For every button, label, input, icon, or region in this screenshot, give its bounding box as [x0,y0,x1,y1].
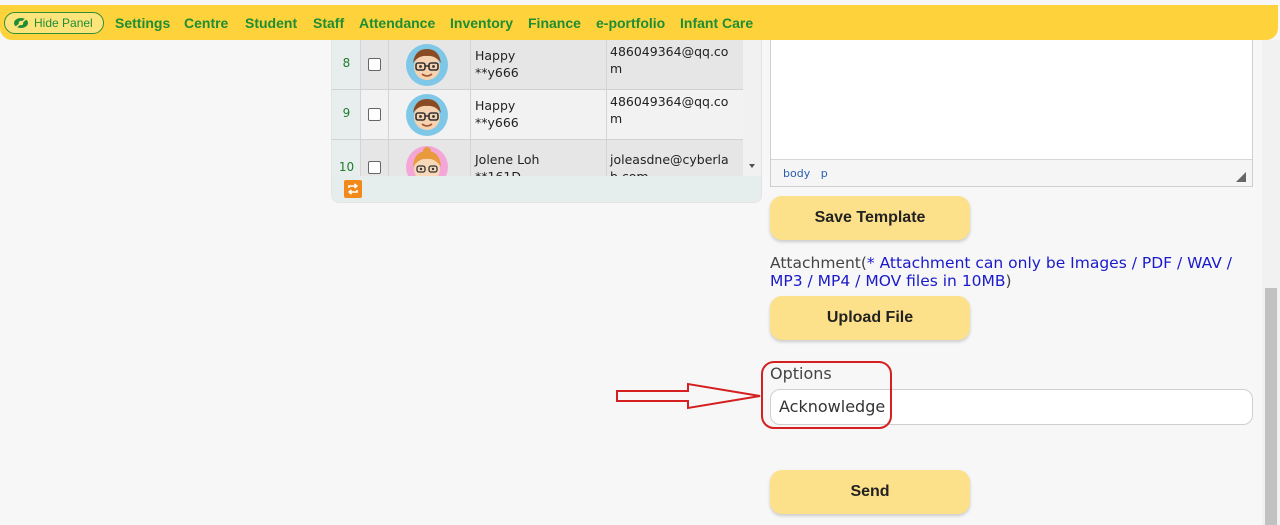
student-email: 486049364@qq.com [610,44,729,76]
save-template-button[interactable]: Save Template [770,196,970,240]
eye-slash-icon [14,17,28,29]
nav-finance[interactable]: Finance [528,15,581,31]
table-scrollbar[interactable] [743,40,761,176]
table-footer [332,176,761,202]
student-name: Jolene Loh [475,152,540,167]
table-row[interactable]: 10 Jolene Loh **161D [332,140,743,176]
nav-student[interactable]: Student [245,15,297,31]
row-number: 8 [342,56,351,70]
table-row[interactable]: 9 Happy **y666 486049364@qq.com [332,90,743,140]
boy-avatar-icon [406,94,448,136]
nav-infant-care[interactable]: Infant Care [680,15,753,31]
options-label: Options [770,364,832,383]
send-button[interactable]: Send [770,470,970,514]
student-email: 486049364@qq.com [610,94,729,126]
row-checkbox[interactable] [368,161,381,174]
nav-e-portfolio[interactable]: e-portfolio [596,15,665,31]
editor-element-path: body p [783,167,835,180]
attachment-title: Attachment( [770,254,867,272]
student-id: **y666 [475,115,519,130]
student-id: **161D [475,168,539,176]
row-checkbox[interactable] [368,58,381,71]
girl-avatar-icon [406,146,448,176]
annotation-arrow-icon [616,382,761,410]
upload-file-button[interactable]: Upload File [770,296,970,340]
student-email: joleasdne@cyberlab.com [610,152,729,176]
page-scrollbar-thumb[interactable] [1265,288,1277,525]
row-number: 9 [342,106,351,120]
student-name: Happy [475,98,516,113]
nav-inventory[interactable]: Inventory [450,15,513,31]
row-number: 10 [338,160,355,174]
nav-staff[interactable]: Staff [313,15,344,31]
student-name: Happy [475,48,516,63]
editor-statusbar: body p [771,159,1252,186]
attachment-label: Attachment(* Attachment can only be Imag… [770,254,1260,290]
message-editor[interactable]: body p [770,40,1253,187]
hide-panel-button[interactable]: Hide Panel [4,12,104,34]
table-row[interactable]: 8 Happy **y666 486049364@qq.com [332,40,743,90]
path-p[interactable]: p [821,167,828,180]
nav-settings[interactable]: Settings [115,15,170,31]
row-checkbox[interactable] [368,108,381,121]
attachment-close: ) [1005,271,1012,290]
nav-centre[interactable]: Centre [184,15,228,31]
student-id: **y666 [475,65,519,80]
refresh-icon [347,183,359,195]
recipient-rows: 8 Happy **y666 486049364@qq.com 9 Happy … [332,40,743,176]
nav-attendance[interactable]: Attendance [359,15,435,31]
page-scrollbar[interactable] [1262,40,1280,525]
hide-panel-label: Hide Panel [34,16,93,30]
path-body[interactable]: body [783,167,810,180]
resize-handle-icon[interactable] [1236,172,1246,182]
scroll-down-arrow-icon[interactable] [749,164,755,168]
options-input[interactable]: Acknowledge [770,389,1253,425]
recipient-table: 8 Happy **y666 486049364@qq.com 9 Happy … [331,40,762,203]
refresh-button[interactable] [344,180,362,198]
boy-avatar-icon [406,44,448,86]
top-navigation-bar: Hide Panel Settings Centre Student Staff… [0,5,1278,40]
